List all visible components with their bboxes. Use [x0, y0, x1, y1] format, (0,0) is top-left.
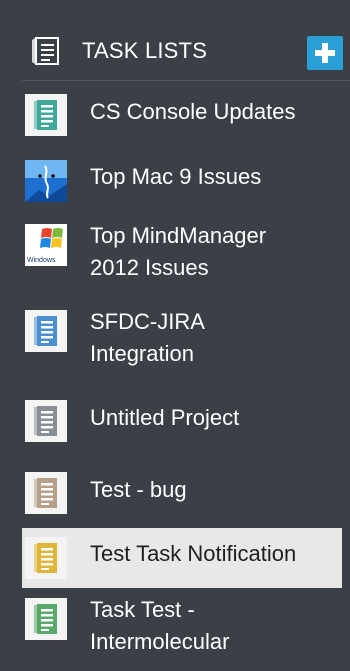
task-list-item[interactable]: Untitled Project: [0, 392, 350, 462]
task-list-label: CS Console Updates: [90, 96, 295, 128]
task-list-label: Untitled Project: [90, 402, 239, 434]
teal-list-icon: [25, 94, 67, 136]
task-list-item[interactable]: Top Mac 9 Issues: [0, 148, 350, 216]
task-list-item[interactable]: Test Task Notification: [0, 528, 350, 588]
task-list-label-line: Top Mac 9 Issues: [90, 164, 262, 189]
yellow-list-icon: [25, 537, 67, 579]
tan-list-icon: [25, 472, 67, 514]
task-list-label: Test Task Notification: [90, 538, 296, 570]
task-list-label-line: Test - bug: [90, 477, 187, 502]
task-list-item[interactable]: SFDC-JIRA Integration: [0, 302, 350, 392]
task-list-label-line: 2012 Issues: [90, 255, 209, 280]
svg-text:Windows: Windows: [27, 257, 56, 264]
green-list-icon: [25, 598, 67, 640]
task-list-label-line: Task Test -: [90, 597, 195, 622]
gray-list-icon: [25, 400, 67, 442]
task-list-item[interactable]: Windows Top MindManager 2012 Issues: [0, 216, 350, 302]
task-list-label: Test - bug: [90, 474, 187, 506]
task-list-label-line: SFDC-JIRA: [90, 309, 205, 334]
task-list: CS Console Updates Top Mac 9 Issues Window…: [0, 82, 350, 671]
task-list-label: Task Test - Intermolecular: [90, 594, 229, 658]
task-list-label: SFDC-JIRA Integration: [90, 306, 205, 370]
task-list-label-line: Untitled Project: [90, 405, 240, 430]
task-list-item[interactable]: Task Test - Intermolecular: [0, 588, 350, 671]
task-list-label-line: Test Task Notification: [90, 541, 297, 566]
page-title: TASK LISTS: [82, 38, 208, 63]
blue-list-icon: [25, 310, 67, 352]
windows-logo-icon: Windows: [25, 224, 67, 266]
task-list-label: Top MindManager 2012 Issues: [90, 220, 266, 284]
task-lists-header: TASK LISTS: [0, 0, 350, 82]
task-list-label-line: Intermolecular: [90, 629, 230, 654]
task-list-label-line: Integration: [90, 341, 194, 366]
header-divider: [22, 80, 350, 81]
task-list-label: Top Mac 9 Issues: [90, 161, 261, 193]
task-list-icon: [32, 37, 59, 65]
task-lists-panel: TASK LISTS CS Console Updates Top Mac 9 I…: [0, 0, 350, 671]
mac-finder-icon: [25, 160, 67, 202]
task-list-label-line: CS Console Updates: [90, 99, 296, 124]
add-task-list-button[interactable]: [307, 36, 343, 70]
task-list-item[interactable]: Test - bug: [0, 462, 350, 528]
task-list-item[interactable]: CS Console Updates: [0, 82, 350, 148]
task-list-label-line: Top MindManager: [90, 223, 267, 248]
